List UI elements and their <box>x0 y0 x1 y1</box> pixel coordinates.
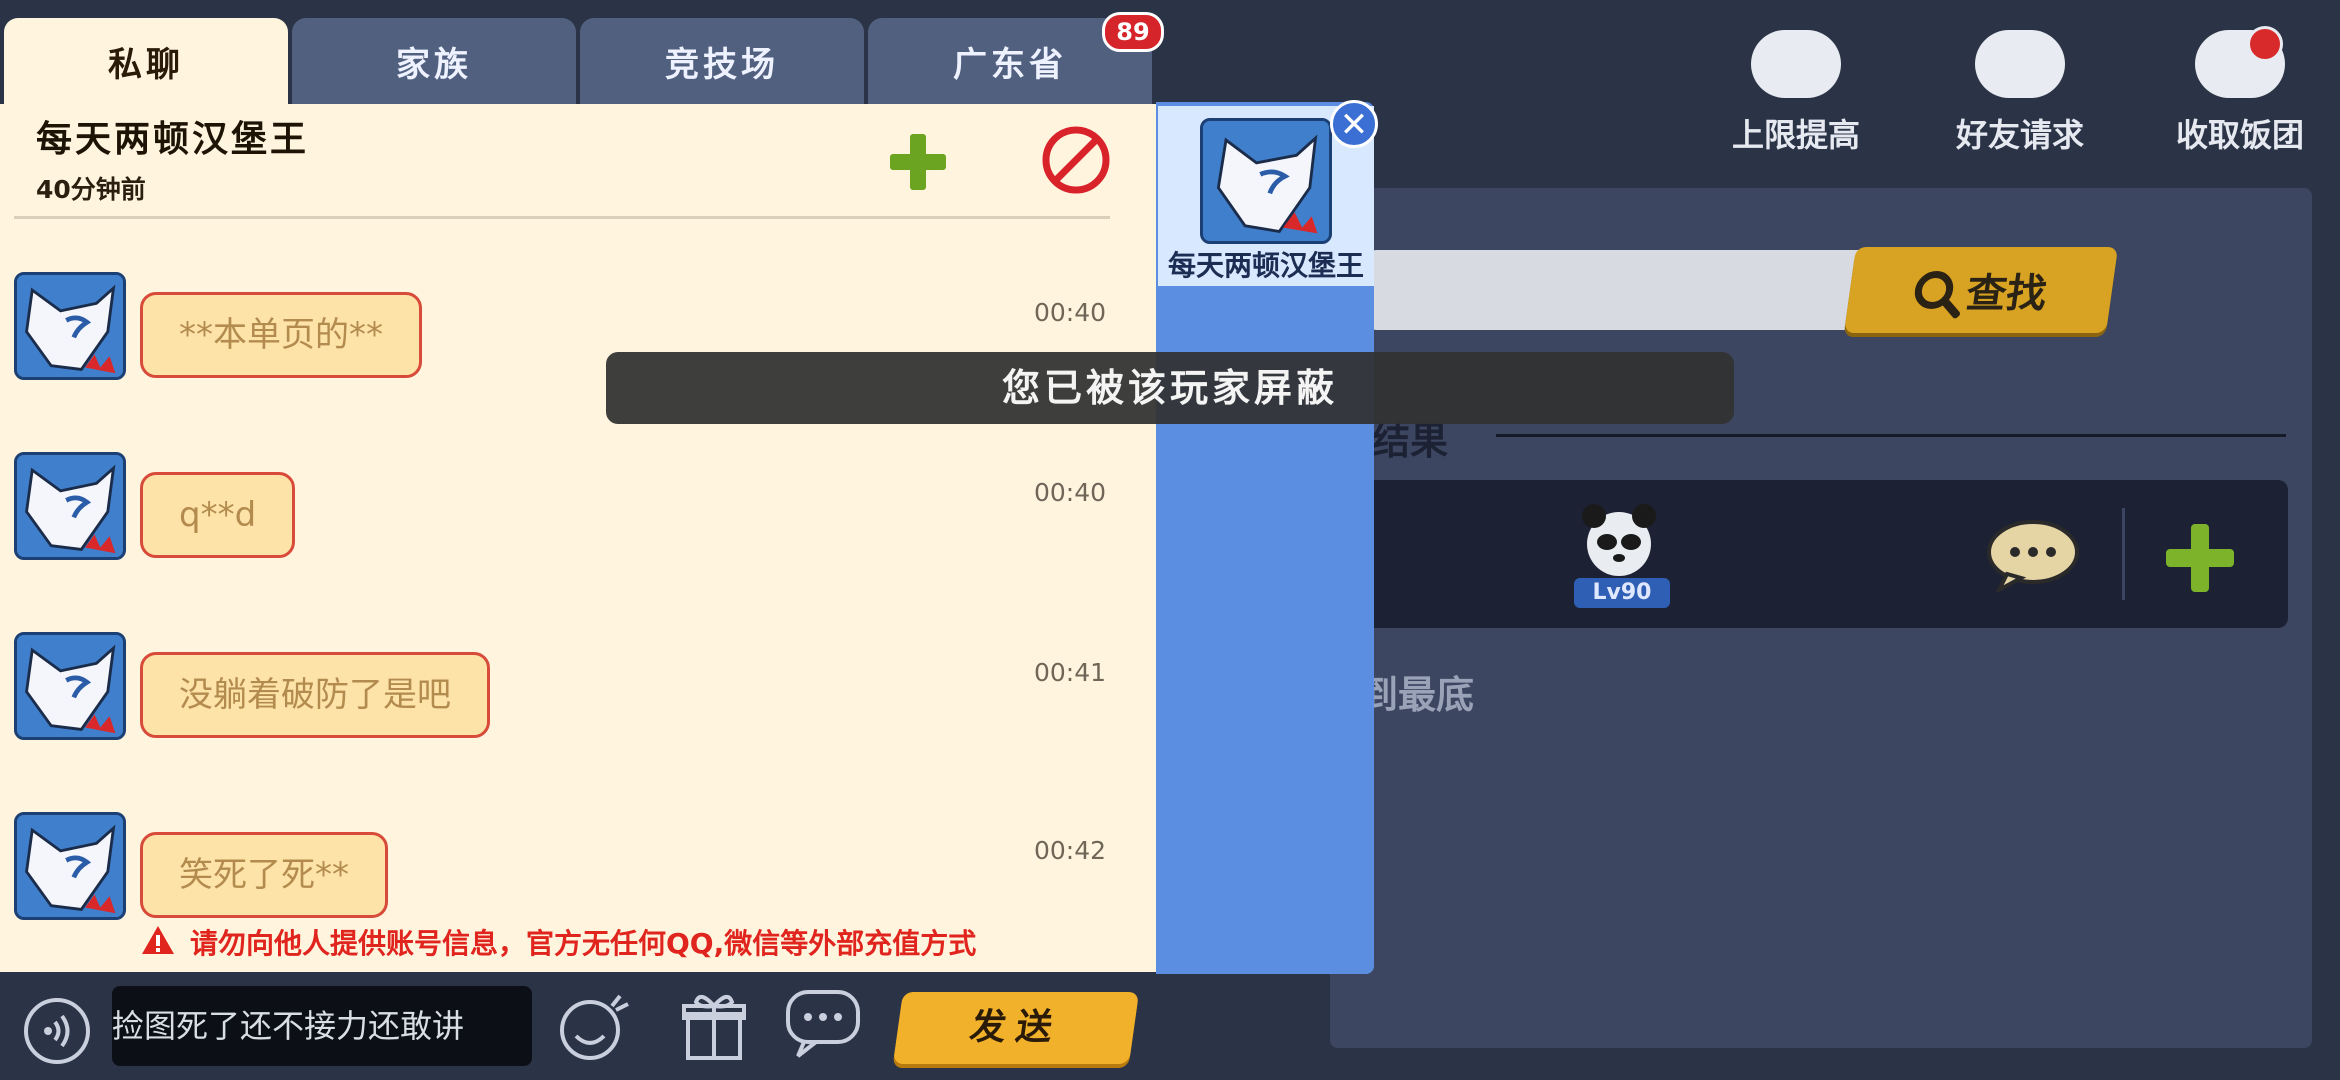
chat-partner-name: 每天两顿汉堡王 <box>36 119 310 160</box>
collect-rice-ball-button[interactable]: 收取饭团 <box>2170 26 2310 156</box>
search-button-label: 查找 <box>1963 271 2050 317</box>
wolf-avatar-icon <box>17 635 123 737</box>
friend-requests-label: 好友请求 <box>1955 116 2084 154</box>
notification-dot <box>2247 26 2283 62</box>
wolf-avatar-icon <box>1203 121 1329 241</box>
blocked-toast: 您已被该玩家屏蔽 <box>606 352 1734 424</box>
message-bubble: **本单页的** <box>140 292 422 378</box>
voice-icon[interactable] <box>22 996 92 1066</box>
soap-icon <box>1975 30 2065 98</box>
raise-limit-label: 上限提高 <box>1731 116 1860 154</box>
message-avatar[interactable] <box>14 812 126 920</box>
header-divider <box>14 216 1110 219</box>
message-time: 00:41 <box>1034 658 1107 687</box>
tab-arena[interactable]: 竞技场 <box>580 18 864 104</box>
tab-private-chat[interactable]: 私聊 <box>4 18 288 104</box>
rabbit-icon <box>1751 30 1841 98</box>
message-time: 00:42 <box>1034 836 1107 865</box>
wolf-avatar-icon <box>17 815 123 917</box>
list-end-text: 到最底 <box>1360 673 1475 717</box>
gift-icon[interactable] <box>682 990 746 1062</box>
collect-rice-ball-label: 收取饭团 <box>2175 116 2304 154</box>
message-avatar[interactable] <box>14 452 126 560</box>
panda-avatar-icon <box>1582 504 1656 576</box>
unread-badge: 89 <box>1102 12 1164 52</box>
send-button[interactable]: 发送 <box>892 992 1140 1064</box>
level-badge: Lv90 <box>1574 578 1670 608</box>
raise-limit-button[interactable]: 上限提高 <box>1726 30 1866 156</box>
row-divider <box>2122 508 2125 600</box>
security-warning: 请勿向他人提供账号信息，官方无任何QQ,微信等外部充值方式 <box>190 927 977 960</box>
search-input[interactable] <box>1372 250 1872 330</box>
block-icon[interactable] <box>1040 124 1112 196</box>
friend-requests-button[interactable]: 好友请求 <box>1950 30 2090 156</box>
message-bubble: 没躺着破防了是吧 <box>140 652 490 738</box>
close-icon[interactable]: ✕ <box>1330 100 1378 148</box>
message-bubble: q**d <box>140 472 296 558</box>
emoji-icon[interactable] <box>556 988 632 1064</box>
message-time: 00:40 <box>1034 298 1107 327</box>
warning-icon <box>142 926 174 954</box>
chat-last-seen: 40分钟前 <box>36 175 146 204</box>
result-divider <box>1496 434 2286 437</box>
magnifier-icon <box>1912 271 1956 309</box>
search-button[interactable]: 查找 <box>1843 247 2119 333</box>
wolf-avatar-icon <box>17 275 123 377</box>
add-friend-plus-icon[interactable] <box>2162 520 2238 596</box>
contact-avatar[interactable] <box>1200 118 1332 244</box>
rice-ball-icon <box>2195 26 2285 98</box>
chat-bubble-icon[interactable] <box>1985 518 2081 592</box>
message-time: 00:40 <box>1034 478 1107 507</box>
contact-name: 每天两顿汉堡王 <box>1167 249 1364 282</box>
result-row <box>1340 480 2288 628</box>
add-icon[interactable] <box>888 132 948 192</box>
message-input[interactable]: 捡图死了还不接力还敢讲 <box>112 986 532 1066</box>
message-bubble: 笑死了死** <box>140 832 388 918</box>
message-avatar[interactable] <box>14 632 126 740</box>
wolf-avatar-icon <box>17 455 123 557</box>
quick-message-icon[interactable] <box>784 988 862 1060</box>
message-avatar[interactable] <box>14 272 126 380</box>
tab-family[interactable]: 家族 <box>292 18 576 104</box>
